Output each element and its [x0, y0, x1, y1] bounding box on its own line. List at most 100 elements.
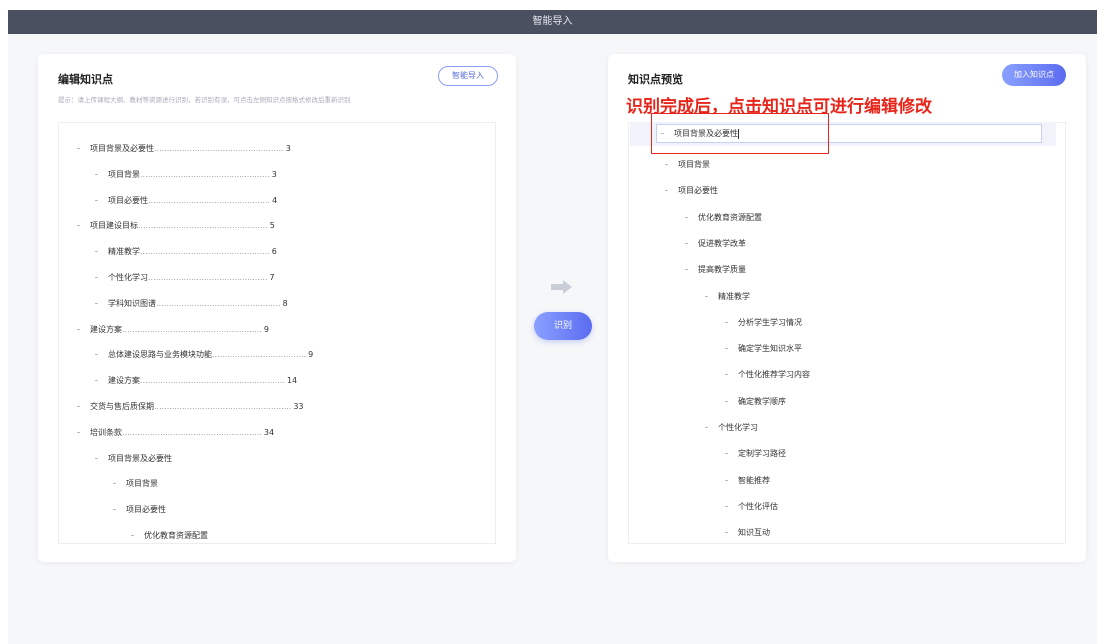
leader-dots: ........................................…: [154, 402, 292, 411]
leader-dots: ........................................…: [140, 376, 285, 386]
panel-title: 编辑知识点: [58, 73, 113, 86]
knowledge-row[interactable]: 建设方案....................................…: [77, 322, 269, 338]
bullet-icon: [95, 302, 98, 304]
bullet-icon: [725, 374, 728, 376]
bullet-icon: [725, 532, 728, 534]
knowledge-editor[interactable]: 项目背景及必要性................................…: [58, 122, 496, 544]
page-number: 7: [269, 273, 275, 282]
bullet-icon: [77, 328, 80, 330]
tree-node[interactable]: 定制学习路径: [725, 446, 786, 462]
knowledge-label: 建设方案: [108, 376, 140, 386]
knowledge-row[interactable]: 项目背景及必要性: [95, 451, 174, 467]
tree-node-label: 提高教学质量: [698, 265, 746, 275]
tree-node-label: 促进教学改革: [698, 238, 746, 248]
knowledge-row[interactable]: 学科知识图谱..................................…: [95, 296, 288, 312]
knowledge-row[interactable]: 项目必要性...................................…: [95, 193, 277, 209]
page-number: 9: [308, 350, 314, 360]
leader-dots: ........................................…: [140, 247, 270, 257]
knowledge-label: 学科知识图谱: [108, 298, 156, 308]
bullet-icon: [725, 321, 728, 323]
tree-node[interactable]: 确定学生知识水平: [725, 341, 802, 357]
page-number: 34: [263, 427, 275, 437]
knowledge-label: 培训条款: [90, 427, 122, 437]
tree-node[interactable]: 促进教学改革: [685, 236, 746, 252]
tree-node[interactable]: 智能推荐: [725, 473, 770, 489]
annotation-box: [651, 113, 829, 154]
tree-node[interactable]: 精准教学: [705, 289, 750, 305]
leader-dots: .....................................: [212, 350, 307, 360]
knowledge-label: 项目背景: [108, 169, 140, 179]
tree-node[interactable]: 个性化推荐学习内容: [725, 367, 810, 383]
leader-dots: ........................................…: [154, 144, 284, 153]
knowledge-label: 项目背景及必要性: [90, 144, 154, 153]
knowledge-label: 个性化学习: [108, 273, 148, 282]
knowledge-row[interactable]: 项目背景及必要性................................…: [77, 141, 291, 157]
tree-node[interactable]: 分析学生学习情况: [725, 315, 802, 331]
leader-dots: ........................................…: [122, 324, 262, 334]
leader-dots: ........................................…: [140, 169, 270, 179]
tree-node[interactable]: 个性化学习: [705, 420, 758, 436]
annotation-text: 识别完成后，点击知识点可进行编辑修改: [626, 97, 932, 117]
tree-node[interactable]: 项目背景: [665, 157, 710, 173]
knowledge-label: 项目必要性: [108, 195, 148, 205]
page-number: 3: [285, 144, 291, 153]
bullet-icon: [665, 164, 668, 165]
leader-dots: ........................................…: [122, 427, 262, 437]
tree-node[interactable]: 提高教学质量: [685, 262, 746, 278]
tree-node[interactable]: 个性化评估: [725, 499, 778, 515]
edit-knowledge-panel: 编辑知识点 提示：请上传课程大纲、教材等资源进行识别，若识别有误，可点击左侧知识…: [38, 54, 516, 562]
hint-text: 提示：请上传课程大纲、教材等资源进行识别，若识别有误，可点击左侧知识点按格式修改…: [58, 96, 351, 104]
smart-import-button[interactable]: 智能导入: [438, 66, 498, 86]
bullet-icon: [685, 216, 688, 218]
bullet-icon: [95, 457, 98, 459]
knowledge-row[interactable]: 交货与售后质保期................................…: [77, 399, 304, 415]
knowledge-row[interactable]: 培训条款....................................…: [77, 425, 274, 441]
tree-node-label: 确定学生知识水平: [738, 344, 802, 354]
bullet-icon: [685, 269, 688, 271]
bullet-icon: [113, 483, 116, 485]
add-knowledge-button[interactable]: 加入知识点: [1002, 64, 1066, 86]
bullet-icon: [725, 348, 728, 350]
recognize-button[interactable]: 识别: [534, 312, 592, 340]
knowledge-row[interactable]: 项目建设目标..................................…: [77, 218, 275, 234]
tree-node[interactable]: 优化教育资源配置: [685, 210, 762, 226]
tree-node-label: 智能推荐: [738, 475, 770, 485]
knowledge-row[interactable]: 优化教育资源配置: [131, 528, 210, 543]
tree-node[interactable]: 知识互动: [725, 525, 770, 541]
bullet-icon: [725, 453, 728, 455]
bullet-icon: [77, 431, 80, 433]
page-number: 9: [263, 324, 269, 334]
tree-node-label: 分析学生学习情况: [738, 317, 802, 327]
top-bar: 智能导入: [8, 10, 1097, 34]
bullet-icon: [131, 535, 134, 536]
leader-dots: ........................................…: [148, 273, 268, 282]
tree-node-label: 项目必要性: [678, 186, 718, 196]
knowledge-row[interactable]: 精准教学....................................…: [95, 244, 277, 260]
knowledge-label: 项目背景: [126, 479, 158, 489]
top-bar-title: 智能导入: [532, 16, 573, 27]
arrow-right-icon: [551, 280, 572, 294]
knowledge-row[interactable]: 总体建设思路与业务模块功能...........................…: [95, 347, 313, 363]
knowledge-row[interactable]: 建设方案....................................…: [95, 373, 297, 389]
knowledge-row[interactable]: 个性化学习...................................…: [95, 270, 275, 286]
bullet-icon: [725, 479, 728, 481]
bullet-icon: [95, 173, 98, 175]
tree-node[interactable]: 项目必要性: [665, 183, 718, 199]
bullet-icon: [725, 400, 728, 402]
page-number: 3: [271, 169, 277, 179]
bullet-icon: [113, 509, 116, 511]
tree-node-label: 精准教学: [718, 291, 750, 301]
bullet-icon: [705, 427, 708, 428]
knowledge-row[interactable]: 项目背景: [113, 476, 160, 492]
knowledge-label: 总体建设思路与业务模块功能: [108, 350, 212, 360]
page-number: 14: [286, 376, 298, 386]
tree-node[interactable]: 确定教学顺序: [725, 394, 786, 410]
page-number: 8: [282, 298, 288, 308]
knowledge-row[interactable]: 项目背景....................................…: [95, 167, 277, 183]
bullet-icon: [95, 199, 98, 201]
page-number: 33: [293, 402, 304, 411]
tree-node-label: 确定教学顺序: [738, 396, 786, 406]
knowledge-row[interactable]: 项目必要性: [113, 502, 168, 518]
knowledge-tree: 项目背景项目必要性优化教育资源配置促进教学改革 提高教学质量精准教学分析学生学习情…: [628, 122, 1066, 544]
tree-node-label: 个性化评估: [738, 501, 778, 511]
